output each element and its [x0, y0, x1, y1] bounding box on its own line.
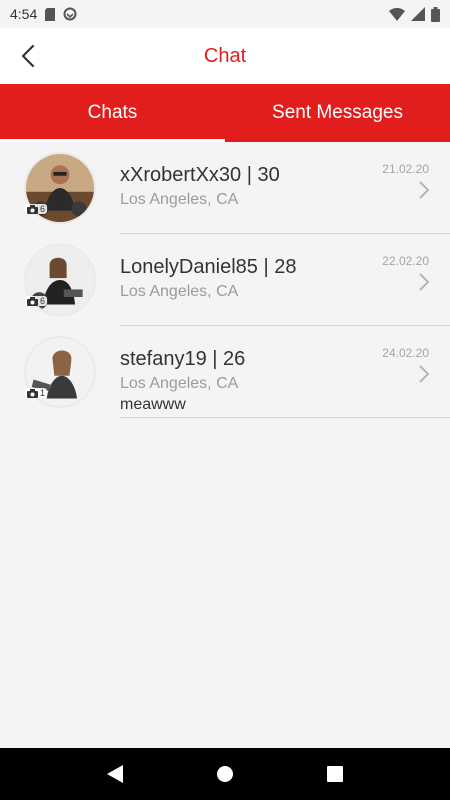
battery-icon	[431, 6, 440, 22]
camera-icon	[27, 388, 38, 398]
chat-user-location: Los Angeles, CA	[120, 375, 239, 392]
sync-icon	[63, 7, 77, 21]
signal-icon	[411, 7, 425, 21]
tab-chats-label: Chats	[87, 102, 138, 123]
tab-sent-messages-label: Sent Messages	[272, 102, 403, 123]
photo-count-badge: 6	[25, 296, 48, 306]
chat-date: 22.02.20	[382, 254, 429, 268]
chat-user-location: Los Angeles, CA	[120, 283, 239, 300]
chat-row[interactable]: 6 LonelyDaniel85 | 28 Los Angeles, CA 22…	[0, 234, 450, 326]
photo-count-badge: 6	[25, 204, 48, 214]
chat-list: 6 xXrobertXx30 | 30 Los Angeles, CA 21.0…	[0, 142, 450, 418]
chat-date: 24.02.20	[382, 346, 429, 360]
chat-date: 21.02.20	[382, 162, 429, 176]
chat-user-name: LonelyDaniel85 | 28	[120, 256, 297, 278]
chevron-right-icon	[419, 273, 430, 291]
status-time: 4:54	[10, 6, 38, 22]
chat-row[interactable]: 1 stefany19 | 26 Los Angeles, CA meawww …	[0, 326, 450, 418]
photo-count: 1	[40, 388, 46, 398]
chat-last-message: meawww	[120, 396, 186, 413]
app-bar: Chat	[0, 28, 450, 84]
sd-card-icon	[45, 7, 56, 21]
chat-user-name: xXrobertXx30 | 30	[120, 164, 280, 186]
tab-sent-messages[interactable]: Sent Messages	[225, 84, 450, 142]
photo-count-badge: 1	[25, 388, 48, 398]
divider	[120, 417, 450, 418]
chat-user-name: stefany19 | 26	[120, 348, 246, 370]
wifi-icon	[389, 7, 405, 21]
system-navigation-bar	[0, 748, 450, 800]
back-arrow-icon	[21, 44, 35, 68]
chat-user-location: Los Angeles, CA	[120, 191, 239, 208]
tab-bar: Chats Sent Messages	[0, 84, 450, 142]
recents-square-icon	[327, 766, 343, 782]
camera-icon	[27, 204, 38, 214]
photo-count: 6	[40, 204, 46, 214]
status-bar: 4:54	[0, 0, 450, 28]
camera-icon	[27, 296, 38, 306]
back-triangle-icon	[107, 765, 123, 783]
back-button[interactable]	[10, 38, 46, 74]
photo-count: 6	[40, 296, 46, 306]
nav-home-button[interactable]	[205, 754, 245, 794]
nav-back-button[interactable]	[95, 754, 135, 794]
nav-recents-button[interactable]	[315, 754, 355, 794]
home-circle-icon	[217, 766, 233, 782]
chat-row[interactable]: 6 xXrobertXx30 | 30 Los Angeles, CA 21.0…	[0, 142, 450, 234]
chevron-right-icon	[419, 365, 430, 383]
chevron-right-icon	[419, 181, 430, 199]
tab-chats[interactable]: Chats	[0, 84, 225, 142]
page-title: Chat	[203, 44, 247, 67]
